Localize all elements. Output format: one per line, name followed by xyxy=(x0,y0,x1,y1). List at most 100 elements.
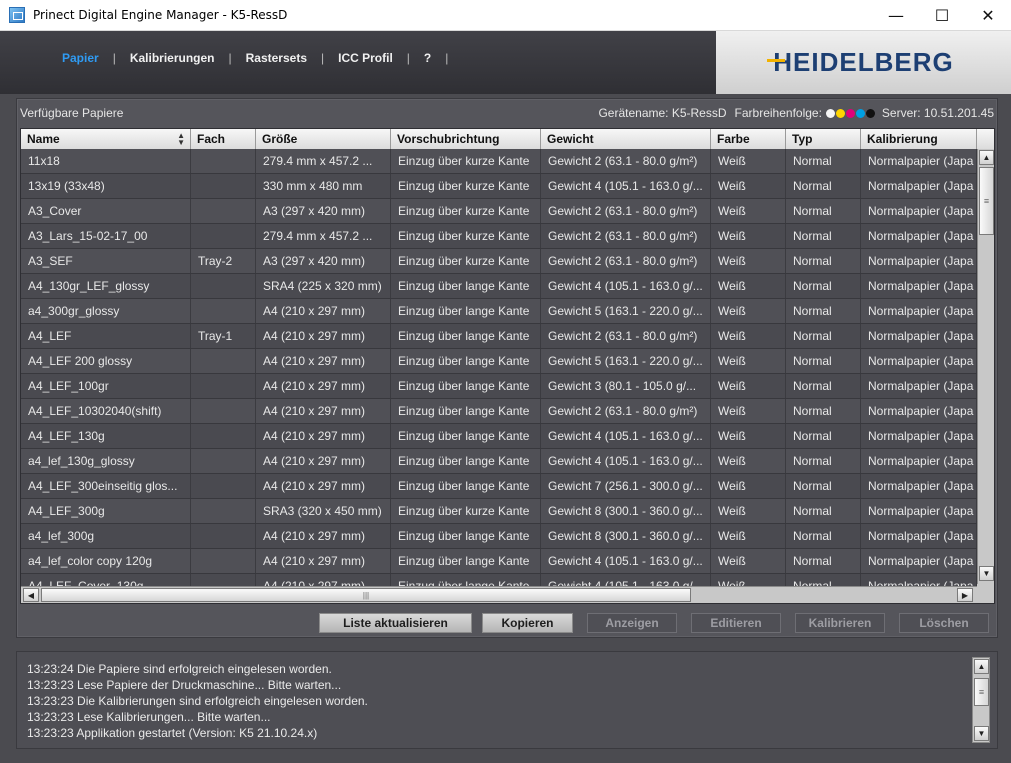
table-row[interactable]: a4_300gr_glossy A4 (210 x 297 mm) Einzug ü… xyxy=(21,299,977,324)
table-row[interactable]: A4_LEF_10302040(shift) A4 (210 x 297 mm) E… xyxy=(21,399,977,424)
column-header-label: Name xyxy=(27,132,60,146)
table-cell: Gewicht 4 (105.1 - 163.0 g/... xyxy=(541,449,711,473)
table-cell: Normalpapier (Japa xyxy=(861,224,977,248)
panel-title: Verfügbare Papiere xyxy=(20,106,124,120)
log-scroll-thumb[interactable]: ≡ xyxy=(974,678,989,706)
log-line: 13:23:23 Applikation gestartet (Version:… xyxy=(27,726,318,740)
table-row[interactable]: A4_LEF 200 glossy A4 (210 x 297 mm) Einzug… xyxy=(21,349,977,374)
table-cell: Normalpapier (Japa xyxy=(861,399,977,423)
table-cell: 330 mm x 480 mm xyxy=(256,174,391,198)
button-5[interactable]: Löschen xyxy=(899,613,989,633)
column-header-label: Vorschubrichtung xyxy=(397,132,500,146)
table-cell: Tray-1 xyxy=(191,324,256,348)
table-row[interactable]: A4_LEF_300g SRA3 (320 x 450 mm) Einzug übe… xyxy=(21,499,977,524)
column-header[interactable]: Gewicht xyxy=(541,129,711,149)
nav-item-4[interactable]: ? xyxy=(424,51,431,65)
button-2[interactable]: Anzeigen xyxy=(587,613,677,633)
table-cell: Weiß xyxy=(711,399,786,423)
table-row[interactable]: A4_LEF Tray-1 A4 (210 x 297 mm) Einzug über… xyxy=(21,324,977,349)
table-cell: Weiß xyxy=(711,499,786,523)
table-cell: A4 (210 x 297 mm) xyxy=(256,374,391,398)
table-cell: A4 (210 x 297 mm) xyxy=(256,399,391,423)
scroll-up-icon[interactable]: ▲ xyxy=(979,150,994,165)
table-row[interactable]: A4_LEF_130g A4 (210 x 297 mm) Einzug über … xyxy=(21,424,977,449)
minimize-button[interactable]: — xyxy=(873,0,919,31)
button-1[interactable]: Kopieren xyxy=(482,613,573,633)
table-cell: 279.4 mm x 457.2 ... xyxy=(256,224,391,248)
table-cell: A4_LEF xyxy=(21,324,191,348)
log-scroll-up-icon[interactable]: ▲ xyxy=(974,659,989,674)
table-row[interactable]: A4_LEF_100gr A4 (210 x 297 mm) Einzug über… xyxy=(21,374,977,399)
table-cell: A4_LEF_300g xyxy=(21,499,191,523)
table-cell: A4 (210 x 297 mm) xyxy=(256,424,391,448)
table-cell: Weiß xyxy=(711,174,786,198)
log-scroll-down-icon[interactable]: ▼ xyxy=(974,726,989,741)
button-3[interactable]: Editieren xyxy=(691,613,781,633)
table-cell xyxy=(191,524,256,548)
table-cell: Einzug über lange Kante xyxy=(391,299,541,323)
table-row[interactable]: a4_lef_300g A4 (210 x 297 mm) Einzug über … xyxy=(21,524,977,549)
table-cell xyxy=(191,374,256,398)
nav-item-3[interactable]: ICC Profil xyxy=(338,51,393,65)
table-row[interactable]: 11x18 279.4 mm x 457.2 ... Einzug über kur… xyxy=(21,149,977,174)
table-cell: A4_LEF 200 glossy xyxy=(21,349,191,373)
sort-icon[interactable]: ▲ ▼ xyxy=(177,132,185,147)
column-header[interactable]: Name ▲ ▼ xyxy=(21,129,191,149)
column-header[interactable]: Farbe xyxy=(711,129,786,149)
table-cell: Gewicht 3 (80.1 - 105.0 g/... xyxy=(541,374,711,398)
window-title: Prinect Digital Engine Manager - K5-Ress… xyxy=(33,8,288,22)
column-header[interactable]: Kalibrierung xyxy=(861,129,977,149)
table-cell: Weiß xyxy=(711,299,786,323)
table-cell: SRA4 (225 x 320 mm) xyxy=(256,274,391,298)
vertical-scrollbar[interactable]: ▲ ≡ ▼ xyxy=(977,149,994,584)
table-cell: Normalpapier (Japa xyxy=(861,174,977,198)
column-header[interactable]: Fach xyxy=(191,129,256,149)
table-row[interactable]: a4_lef_130g_glossy A4 (210 x 297 mm) Einzu… xyxy=(21,449,977,474)
table-cell: Normal xyxy=(786,199,861,223)
vertical-scroll-thumb[interactable]: ≡ xyxy=(979,167,994,235)
scrollbar-corner xyxy=(977,584,994,603)
table-row[interactable]: A3_Lars_15-02-17_00 279.4 mm x 457.2 ... E… xyxy=(21,224,977,249)
table-row[interactable]: A4_LEF_300einseitig glos... A4 (210 x 297… xyxy=(21,474,977,499)
device-name: Gerätename: K5-RessD xyxy=(598,106,727,120)
color-order-dots xyxy=(825,108,876,118)
column-header[interactable]: Typ xyxy=(786,129,861,149)
table-cell: Weiß xyxy=(711,524,786,548)
table-cell xyxy=(191,174,256,198)
table-cell: Normal xyxy=(786,549,861,573)
nav-item-1[interactable]: Kalibrierungen xyxy=(130,51,215,65)
table-cell: Normalpapier (Japa xyxy=(861,474,977,498)
table-cell: A4 (210 x 297 mm) xyxy=(256,524,391,548)
button-4[interactable]: Kalibrieren xyxy=(795,613,885,633)
horizontal-scrollbar[interactable]: ◀ ||| ▶ xyxy=(21,586,977,603)
table-row[interactable]: 13x19 (33x48) 330 mm x 480 mm Einzug über … xyxy=(21,174,977,199)
table-cell xyxy=(191,499,256,523)
table-cell: Weiß xyxy=(711,349,786,373)
button-0[interactable]: Liste aktualisieren xyxy=(319,613,472,633)
table-row[interactable]: A4_130gr_LEF_glossy SRA4 (225 x 320 mm) Ei… xyxy=(21,274,977,299)
logo-text: HEIDELBERG xyxy=(773,47,954,77)
column-header[interactable]: Vorschubrichtung xyxy=(391,129,541,149)
nav-item-0[interactable]: Papier xyxy=(62,51,99,65)
scroll-down-icon[interactable]: ▼ xyxy=(979,566,994,581)
nav-item-2[interactable]: Rastersets xyxy=(246,51,307,65)
close-button[interactable]: ✕ xyxy=(965,0,1011,31)
nav-separator: | xyxy=(321,51,325,65)
table-row[interactable]: a4_lef_color copy 120g A4 (210 x 297 mm) E… xyxy=(21,549,977,574)
table-cell: Normalpapier (Japa xyxy=(861,374,977,398)
horizontal-scroll-thumb[interactable]: ||| xyxy=(41,588,691,602)
table-cell: Einzug über lange Kante xyxy=(391,424,541,448)
table-cell: Einzug über kurze Kante xyxy=(391,199,541,223)
window-controls: — ☐ ✕ xyxy=(873,0,1011,31)
scroll-right-icon[interactable]: ▶ xyxy=(957,588,973,602)
table-row[interactable]: A3_SEF Tray-2 A3 (297 x 420 mm) Einzug über… xyxy=(21,249,977,274)
table-cell: A3 (297 x 420 mm) xyxy=(256,249,391,273)
table-row[interactable]: A3_Cover A3 (297 x 420 mm) Einzug über kur… xyxy=(21,199,977,224)
table-cell: Normal xyxy=(786,374,861,398)
column-header[interactable]: Größe xyxy=(256,129,391,149)
table-cell: Normal xyxy=(786,499,861,523)
maximize-button[interactable]: ☐ xyxy=(919,0,965,31)
scroll-left-icon[interactable]: ◀ xyxy=(23,588,39,602)
log-scrollbar[interactable]: ▲ ≡ ▼ xyxy=(972,657,990,743)
server-address: Server: 10.51.201.45 xyxy=(881,106,994,120)
